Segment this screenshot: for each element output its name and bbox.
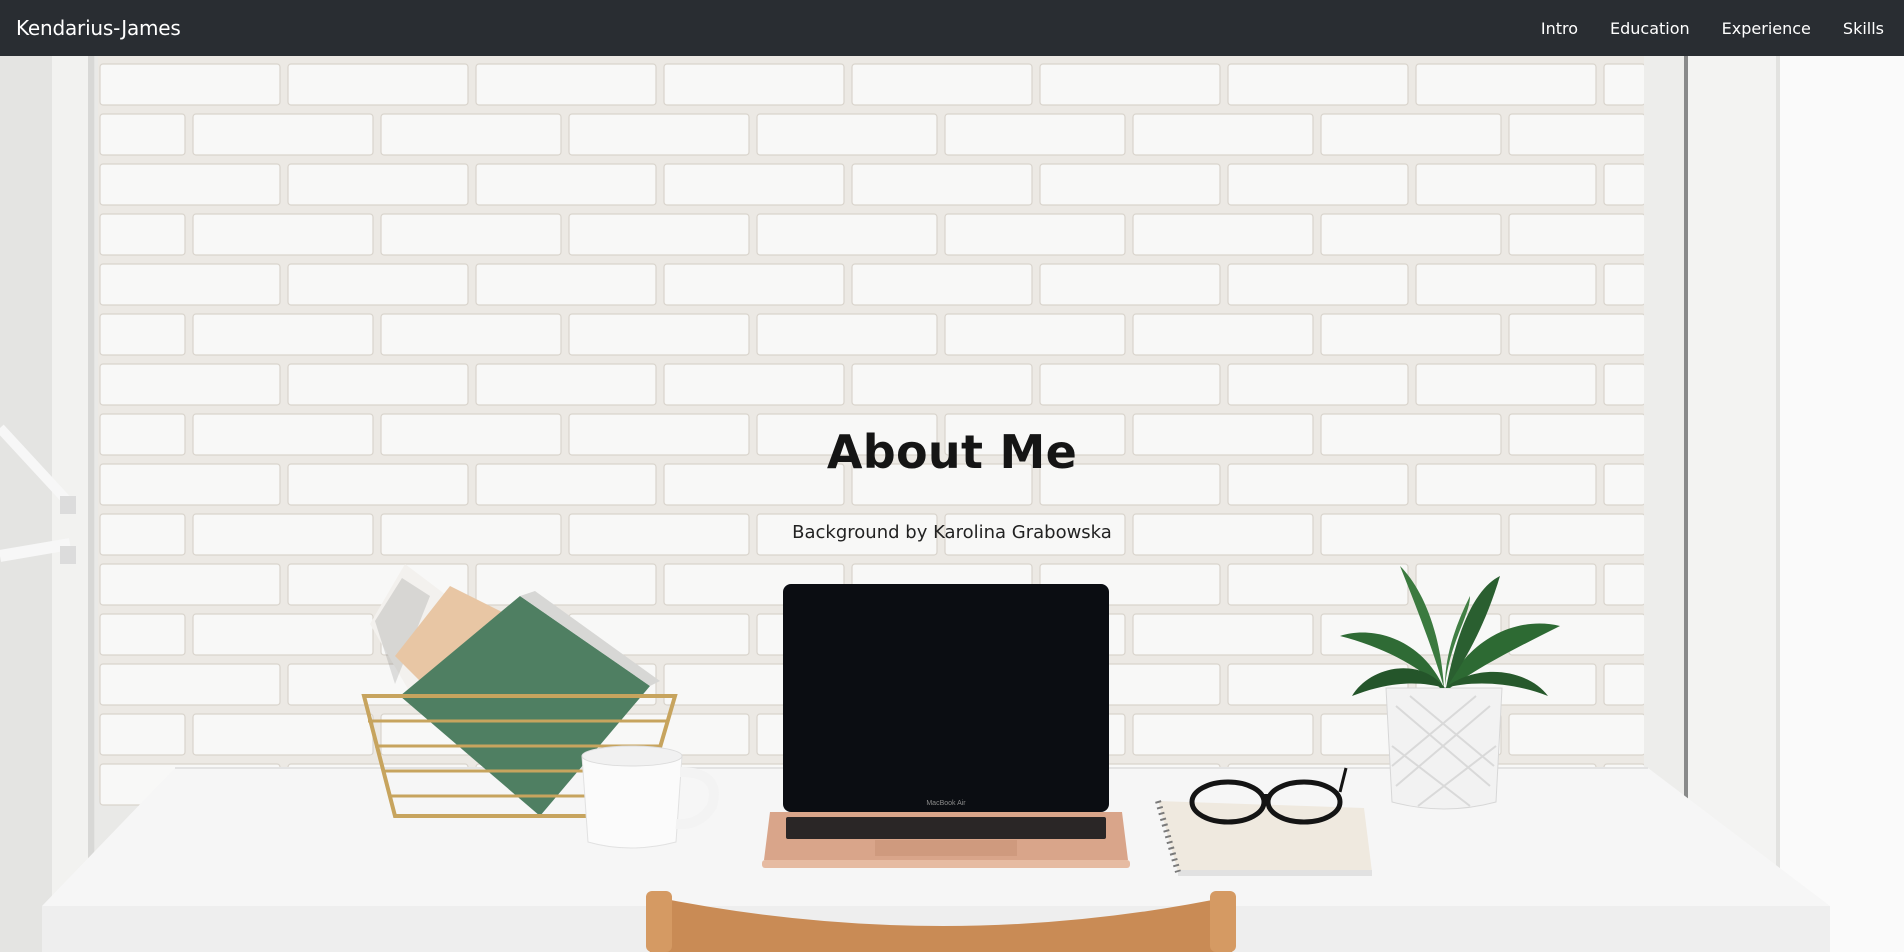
nav-link-intro[interactable]: Intro <box>1525 11 1594 46</box>
hero-background-image: MacBook Air <box>0 56 1904 952</box>
nav-link-experience[interactable]: Experience <box>1706 11 1827 46</box>
laptop-brand-label: MacBook Air <box>926 800 966 807</box>
background-credit: Background by Karolina Grabowska <box>792 522 1112 543</box>
nav-link-education[interactable]: Education <box>1594 11 1706 46</box>
nav-links: Intro Education Experience Skills <box>1525 11 1884 46</box>
laptop: MacBook Air <box>762 584 1130 868</box>
brand-link[interactable]: Kendarius-James <box>16 16 181 40</box>
page-title: About Me <box>826 425 1078 479</box>
nav-link-skills[interactable]: Skills <box>1827 11 1884 46</box>
top-navbar: Kendarius-James Intro Education Experien… <box>0 0 1904 56</box>
hero-section: MacBook Air About Me Background by Karol… <box>0 56 1904 952</box>
